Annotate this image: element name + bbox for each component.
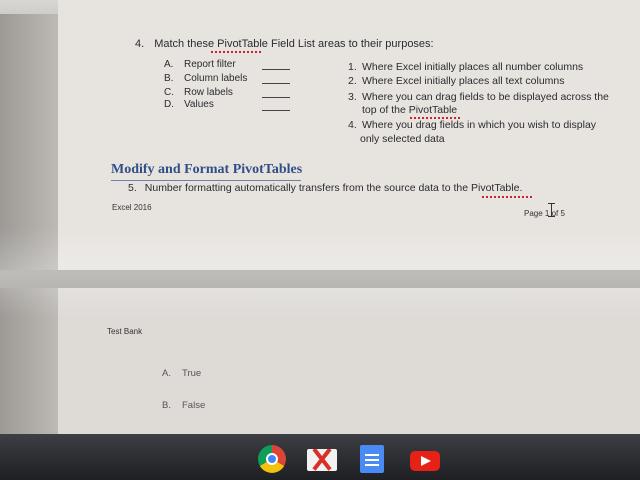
question-number: 5. xyxy=(128,182,137,194)
question-5: 5. Number formatting automatically transf… xyxy=(128,182,522,194)
answer-blank-b[interactable] xyxy=(262,83,290,84)
document-page-2[interactable] xyxy=(58,288,640,434)
question-text: Number formatting automatically transfer… xyxy=(144,182,523,194)
page-number: Page 1 of 5 xyxy=(524,209,565,218)
option-a: A. True xyxy=(162,368,201,379)
purpose-text: Where you drag fields in which you wish … xyxy=(362,119,597,131)
term-b: B. Column labels xyxy=(164,73,247,84)
purpose-number: 1. xyxy=(348,61,357,73)
term-label: Report filter xyxy=(184,59,236,70)
question-number: 4. xyxy=(135,38,145,50)
purpose-text: Where Excel initially places all text co… xyxy=(362,75,565,87)
spellcheck-underline xyxy=(482,196,532,198)
text-cursor-icon xyxy=(548,203,555,217)
footer-left: Excel 2016 xyxy=(112,203,152,212)
spellcheck-underline xyxy=(211,51,261,53)
term-letter: D. xyxy=(164,99,174,110)
option-label: True xyxy=(182,368,202,379)
term-letter: A. xyxy=(164,59,174,70)
option-letter: A. xyxy=(162,368,171,379)
page-header: Test Bank xyxy=(107,327,143,336)
option-b: B. False xyxy=(162,400,205,411)
purpose-number: 2. xyxy=(348,75,357,87)
term-label: Values xyxy=(184,99,214,110)
term-d: D. Values xyxy=(164,99,214,110)
term-c: C. Row labels xyxy=(164,87,233,98)
term-letter: B. xyxy=(164,73,174,84)
term-letter: C. xyxy=(164,87,174,98)
purpose-2: 2. Where Excel initially places all text … xyxy=(348,75,565,87)
docs-icon[interactable] xyxy=(360,445,384,473)
option-letter: B. xyxy=(162,400,171,411)
page-break xyxy=(0,270,640,288)
answer-blank-a[interactable] xyxy=(262,69,290,70)
purpose-3-cont: top of the PivotTable xyxy=(362,104,458,116)
term-label: Row labels xyxy=(184,87,233,98)
chrome-icon[interactable] xyxy=(258,445,286,473)
purpose-number: 3. xyxy=(348,91,357,103)
option-label: False xyxy=(182,400,206,411)
purpose-number: 4. xyxy=(348,119,357,131)
purpose-4-cont: only selected data xyxy=(360,133,445,145)
purpose-text: Where Excel initially places all number … xyxy=(362,61,584,73)
answer-blank-c[interactable] xyxy=(262,97,290,98)
purpose-4: 4. Where you drag fields in which you wis… xyxy=(348,119,596,131)
answer-blank-d[interactable] xyxy=(262,110,290,111)
gmail-icon[interactable] xyxy=(307,449,337,471)
purpose-3: 3. Where you can drag fields to be displa… xyxy=(348,91,609,103)
question-4: 4. Match these PivotTable Field List area… xyxy=(135,38,434,50)
section-heading: Modify and Format PivotTables xyxy=(111,162,303,177)
term-a: A. Report filter xyxy=(164,59,236,70)
purpose-text: Where you can drag fields to be displaye… xyxy=(362,91,609,103)
heading-rule xyxy=(111,180,301,181)
left-margin xyxy=(0,0,58,434)
youtube-icon[interactable] xyxy=(410,451,440,471)
question-text: Match these PivotTable Field List areas … xyxy=(154,38,434,50)
term-label: Column labels xyxy=(184,73,248,84)
purpose-1: 1. Where Excel initially places all numbe… xyxy=(348,61,583,73)
